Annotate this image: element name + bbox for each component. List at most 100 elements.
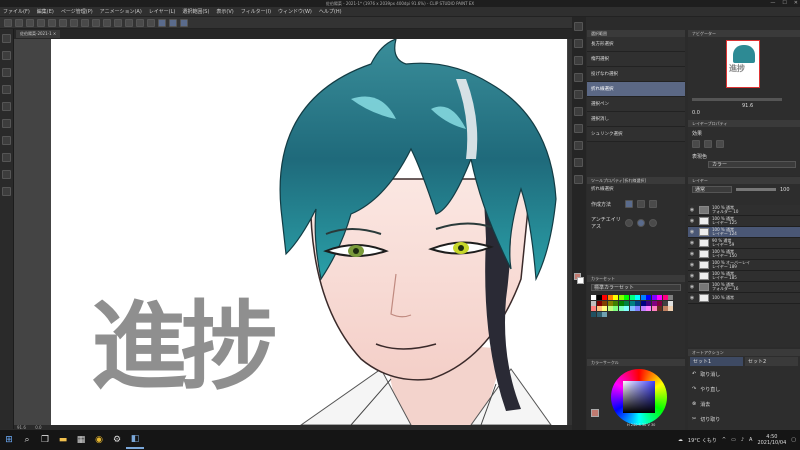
wand-icon[interactable] bbox=[574, 90, 583, 99]
color-swatch[interactable] bbox=[635, 295, 640, 300]
sub-tool-rect[interactable]: 長方形選択 bbox=[587, 37, 685, 52]
layer-row[interactable]: ◉ 100 % 通常 レイヤー 150 bbox=[688, 249, 800, 260]
layer-row[interactable]: ◉ 100 % 通常 フォルダー 16 bbox=[688, 282, 800, 293]
color-swatch[interactable] bbox=[640, 295, 646, 300]
color-swatch[interactable] bbox=[640, 306, 646, 311]
color-swatch[interactable] bbox=[657, 300, 662, 306]
action-redo[interactable]: ↷ やり直し bbox=[688, 382, 800, 397]
document-tab[interactable]: 佐伯陽菜-2021-1 × bbox=[16, 30, 61, 38]
color-swatch[interactable] bbox=[607, 295, 613, 300]
eye-icon[interactable]: ◉ bbox=[688, 240, 696, 246]
magnifier-icon[interactable] bbox=[574, 22, 583, 31]
canvas-paper[interactable]: 進捗 bbox=[51, 39, 567, 425]
explorer-icon[interactable]: ▬ bbox=[54, 431, 72, 449]
pen-icon[interactable] bbox=[574, 107, 583, 116]
color-swatch[interactable] bbox=[662, 295, 668, 300]
layer-row[interactable]: ◉ 100 % オーバーレイ レイヤー 189 bbox=[688, 260, 800, 271]
border-effect-icon[interactable] bbox=[692, 140, 700, 148]
chrome-icon[interactable]: ◉ bbox=[90, 431, 108, 449]
snap-perspective-icon[interactable] bbox=[180, 18, 188, 27]
color-swatch[interactable] bbox=[596, 306, 602, 311]
color-swatch[interactable] bbox=[668, 306, 673, 311]
color-swatch[interactable] bbox=[668, 300, 673, 306]
color-swatch[interactable] bbox=[613, 300, 618, 306]
task-view-icon[interactable]: ❐ bbox=[36, 431, 54, 449]
color-swatch[interactable] bbox=[596, 311, 602, 317]
fill-icon[interactable] bbox=[81, 18, 89, 27]
tone-effect-icon[interactable] bbox=[704, 140, 712, 148]
clear-icon[interactable] bbox=[59, 18, 67, 27]
move-layer-icon[interactable] bbox=[574, 56, 583, 65]
navigator-zoom-slider[interactable] bbox=[692, 98, 782, 101]
layer-row[interactable]: ◉ 100 % 通常 レイヤー 124 bbox=[688, 227, 800, 238]
maximize-button[interactable]: ☐ bbox=[782, 0, 786, 7]
eyedropper-tool-icon[interactable] bbox=[2, 119, 11, 128]
color-swatch[interactable] bbox=[651, 306, 657, 311]
settings-icon[interactable]: ⚙ bbox=[108, 431, 126, 449]
select-all-icon[interactable] bbox=[92, 18, 100, 27]
eye-icon[interactable]: ◉ bbox=[688, 273, 696, 279]
color-swatch[interactable] bbox=[640, 300, 646, 306]
snap-icon[interactable] bbox=[136, 18, 144, 27]
color-swatch[interactable] bbox=[662, 300, 668, 306]
clock[interactable]: 4:50 2021/10/04 bbox=[757, 434, 786, 446]
notification-icon[interactable]: ▢ bbox=[791, 437, 796, 443]
antialias-strong-icon[interactable] bbox=[649, 219, 657, 227]
eye-icon[interactable]: ◉ bbox=[688, 284, 696, 290]
color-swatch[interactable] bbox=[596, 295, 602, 300]
eye-icon[interactable]: ◉ bbox=[688, 295, 696, 301]
menu-view[interactable]: 表示(V) bbox=[216, 7, 233, 16]
brush-tool-icon[interactable] bbox=[2, 170, 11, 179]
zoom-tool-icon[interactable] bbox=[2, 34, 11, 43]
menu-layer[interactable]: レイヤー(L) bbox=[149, 7, 176, 16]
sub-tool-lasso[interactable]: 投げなわ選択 bbox=[587, 67, 685, 82]
selection-border-icon[interactable] bbox=[125, 18, 133, 27]
color-swatch[interactable] bbox=[618, 300, 624, 306]
opacity-slider[interactable] bbox=[736, 188, 776, 191]
undo-icon[interactable] bbox=[37, 18, 45, 27]
hand-icon[interactable] bbox=[574, 39, 583, 48]
menu-animation[interactable]: アニメーション(A) bbox=[100, 7, 142, 16]
menu-help[interactable]: ヘルプ(H) bbox=[319, 7, 342, 16]
start-button[interactable]: ⊞ bbox=[0, 431, 18, 449]
volume-icon[interactable]: ♪ bbox=[741, 437, 744, 443]
color-swatch[interactable] bbox=[651, 300, 657, 306]
color-swatch[interactable] bbox=[629, 300, 635, 306]
expression-color-select[interactable]: カラー bbox=[708, 161, 796, 168]
color-swatch[interactable] bbox=[602, 311, 607, 317]
antialias-none-icon[interactable] bbox=[625, 219, 633, 227]
color-swatch[interactable] bbox=[646, 306, 651, 311]
color-swatch[interactable] bbox=[618, 306, 624, 311]
method-add-icon[interactable] bbox=[637, 200, 645, 208]
saturation-value-square[interactable] bbox=[623, 381, 655, 413]
color-swatch[interactable] bbox=[591, 306, 596, 311]
action-set-tab-1[interactable]: セット1 bbox=[690, 357, 743, 366]
color-swatch[interactable] bbox=[624, 300, 629, 306]
menu-window[interactable]: ウィンドウ(W) bbox=[278, 7, 312, 16]
color-swatch[interactable] bbox=[602, 295, 607, 300]
color-swatch[interactable] bbox=[635, 306, 640, 311]
text-icon[interactable] bbox=[574, 158, 583, 167]
minimize-button[interactable]: — bbox=[770, 0, 775, 7]
menu-file[interactable]: ファイル(F) bbox=[3, 7, 30, 16]
ime-indicator[interactable]: A bbox=[749, 437, 752, 443]
menu-selection[interactable]: 選択範囲(S) bbox=[182, 7, 209, 16]
menu-page[interactable]: ページ管理(P) bbox=[61, 7, 93, 16]
eye-icon[interactable]: ◉ bbox=[688, 207, 696, 213]
operation-tool-icon[interactable] bbox=[2, 68, 11, 77]
menu-filter[interactable]: フィルター(I) bbox=[241, 7, 271, 16]
eye-icon[interactable]: ◉ bbox=[688, 229, 696, 235]
color-swatch[interactable] bbox=[591, 295, 596, 300]
color-swatch[interactable] bbox=[646, 295, 651, 300]
deselect-icon[interactable] bbox=[103, 18, 111, 27]
pencil-tool-icon[interactable] bbox=[2, 153, 11, 162]
color-swatch[interactable] bbox=[662, 306, 668, 311]
network-icon[interactable]: ▭ bbox=[731, 437, 736, 443]
menu-edit[interactable]: 編集(E) bbox=[37, 7, 54, 16]
action-cut[interactable]: ✂ 切り取り bbox=[688, 412, 800, 427]
sub-tool-selection-pen[interactable]: 選択ペン bbox=[587, 97, 685, 112]
store-icon[interactable]: ▦ bbox=[72, 431, 90, 449]
blend-mode-select[interactable]: 通常 bbox=[692, 186, 732, 193]
extract-line-icon[interactable] bbox=[716, 140, 724, 148]
color-swatch[interactable] bbox=[602, 300, 607, 306]
